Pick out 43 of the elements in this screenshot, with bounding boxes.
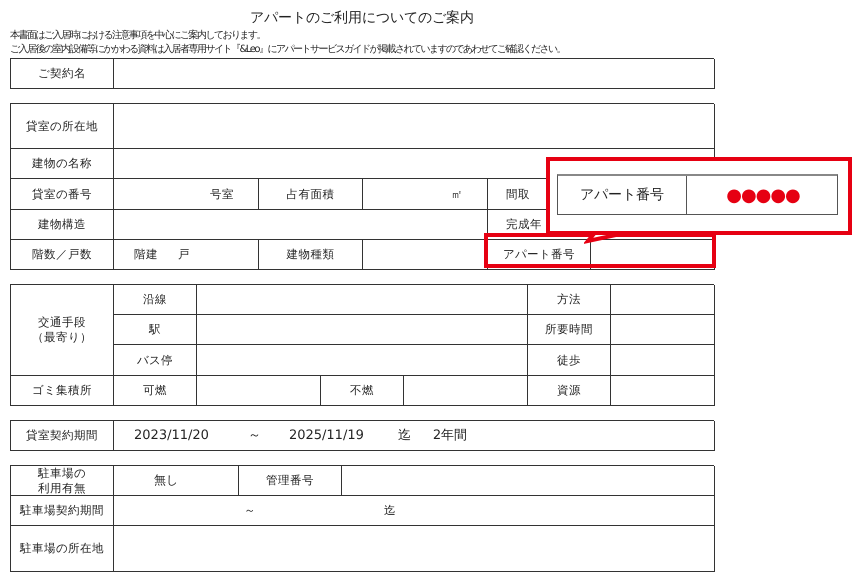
label-cell: 貸室の番号 (11, 179, 114, 210)
label-text: （最寄り） (32, 330, 92, 345)
label-cell: 可燃 (114, 376, 197, 406)
label-text: 利用有無 (38, 480, 86, 496)
label-cell: 建物種類 (259, 240, 363, 270)
value-text: 迄 (398, 428, 411, 443)
label-cell: 管理番号 (239, 466, 342, 496)
label-cell: 徒歩 (528, 345, 611, 376)
value-cell: ㎡ (363, 179, 488, 210)
label-cell: 駐車場契約期間 (11, 496, 114, 526)
label-cell: 資源 (528, 376, 611, 406)
value-text: ～ (244, 503, 256, 518)
value-text: ～ (248, 428, 261, 443)
document-title: アパートのご利用についてのご案内 (249, 9, 475, 28)
label-cell: 建物構造 (11, 210, 114, 240)
value-cell-text: ●●●●● (725, 184, 801, 208)
label-cell: 方法 (528, 285, 611, 315)
label-cell: 不燃 (321, 376, 404, 406)
note-text: ご入居後の室内設備等にかかわる資料は入居者専用サイト『&Leo』にアパートサービスガイドが掲載されていますのであわせてご確認ください。 (10, 43, 566, 57)
label-cell: 所要時間 (528, 315, 611, 345)
label-cell: 駐車場の所在地 (11, 526, 114, 572)
value-text: 戸 (178, 247, 190, 262)
label-cell: 沿線 (114, 285, 197, 315)
label-cell: 駅 (114, 315, 197, 345)
value-text: 迄 (384, 503, 396, 518)
label-cell: 貸室契約期間 (11, 421, 114, 451)
value-cell: 号室 (114, 179, 259, 210)
value-text: 2年間 (432, 428, 468, 443)
label-cell: ご契約名 (11, 59, 114, 89)
label-text: 駐車場の (38, 466, 86, 480)
label-cell: ゴミ集積所 (11, 376, 114, 406)
label-cell: 貸室の所在地 (11, 104, 114, 149)
label-cell: 建物の名称 (11, 149, 114, 179)
label-cell: 占有面積 (259, 179, 363, 210)
label-text: 交通手段 (38, 315, 86, 330)
label-cell: バス停 (114, 345, 197, 376)
value-text: 2025/11/19 (288, 428, 364, 443)
value-cell: 無し (114, 466, 239, 496)
value-text: 階建 (134, 247, 158, 262)
note-text: 本書面はご入居時における注意事項を中心にご案内しております。 (10, 29, 266, 43)
label-cell: 階数／戸数 (11, 240, 114, 270)
label-cell: アパート番号 (558, 176, 687, 214)
value-text: 2023/11/20 (134, 428, 209, 443)
